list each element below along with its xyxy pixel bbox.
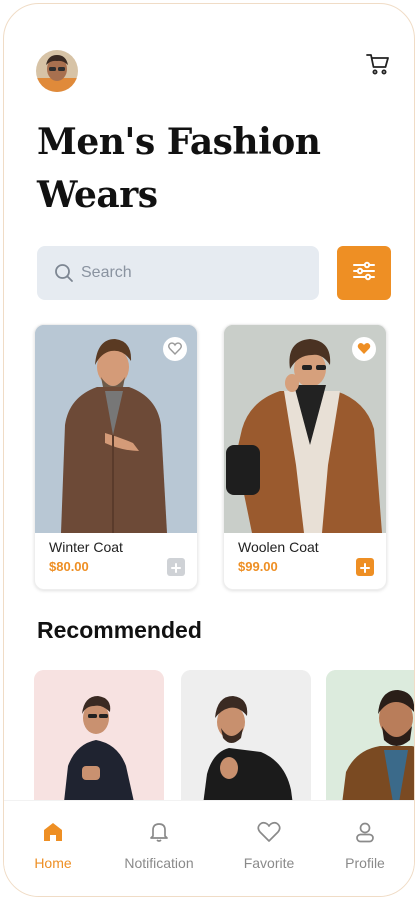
nav-item-notification[interactable]: Notification bbox=[114, 821, 204, 871]
home-icon bbox=[42, 821, 64, 847]
profile-icon bbox=[354, 821, 376, 847]
search-bar[interactable] bbox=[37, 246, 319, 300]
title-line-1: Men's Fashion bbox=[37, 121, 321, 163]
recommended-heading: Recommended bbox=[37, 617, 202, 643]
sliders-icon bbox=[353, 261, 375, 285]
search-icon bbox=[53, 262, 75, 284]
nav-label-home: Home bbox=[34, 855, 72, 871]
product-name: Woolen Coat bbox=[238, 539, 319, 555]
heart-filled-icon bbox=[357, 340, 371, 359]
recommended-item[interactable] bbox=[34, 670, 164, 820]
heart-outline-icon bbox=[168, 340, 182, 359]
filter-button[interactable] bbox=[337, 246, 391, 300]
nav-item-profile[interactable]: Profile bbox=[320, 821, 410, 871]
user-avatar[interactable] bbox=[36, 50, 78, 92]
product-name: Winter Coat bbox=[49, 539, 123, 555]
favorite-button[interactable] bbox=[163, 337, 187, 361]
nav-label-notification: Notification bbox=[124, 855, 194, 871]
add-to-cart-button[interactable] bbox=[167, 558, 185, 576]
add-to-cart-button[interactable] bbox=[356, 558, 374, 576]
cart-icon bbox=[366, 53, 390, 79]
product-card-winter-coat[interactable]: Winter Coat $80.00 bbox=[34, 324, 198, 590]
product-price: $99.00 bbox=[238, 559, 278, 574]
recommended-item[interactable] bbox=[181, 670, 311, 820]
title-line-2: Wears bbox=[37, 174, 158, 216]
recommended-item[interactable] bbox=[326, 670, 414, 820]
plus-icon bbox=[360, 558, 370, 577]
heart-icon bbox=[257, 821, 281, 847]
plus-icon bbox=[171, 558, 181, 577]
product-card-woolen-coat[interactable]: Woolen Coat $99.00 bbox=[223, 324, 387, 590]
favorite-button[interactable] bbox=[352, 337, 376, 361]
bell-icon bbox=[148, 821, 170, 847]
bottom-nav: Home Notification Favorite Profile bbox=[4, 800, 414, 896]
cart-button[interactable] bbox=[364, 52, 392, 80]
product-price: $80.00 bbox=[49, 559, 89, 574]
nav-label-profile: Profile bbox=[345, 855, 385, 871]
page-title: Men's Fashion Wears bbox=[37, 116, 367, 222]
phone-frame: Men's Fashion Wears Search Winter Coat $… bbox=[3, 3, 415, 897]
nav-item-home[interactable]: Home bbox=[8, 821, 98, 871]
search-input[interactable] bbox=[81, 264, 281, 282]
nav-label-favorite: Favorite bbox=[243, 855, 295, 871]
nav-item-favorite[interactable]: Favorite bbox=[224, 821, 314, 871]
